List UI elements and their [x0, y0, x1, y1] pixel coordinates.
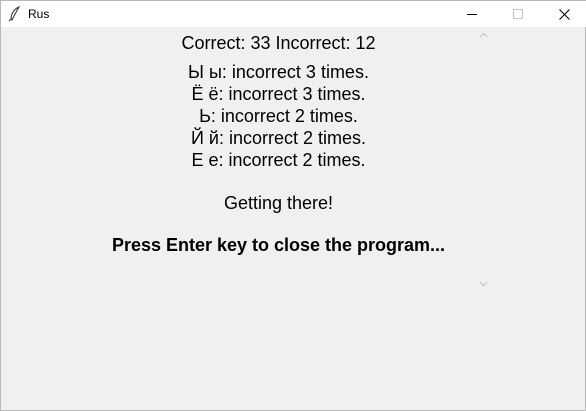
missed-letter-item: Ь: incorrect 2 times. [199, 106, 358, 126]
window-title: Rus [28, 7, 50, 21]
results-panel: Correct: 33 Incorrect: 12 Ы ы: incorrect… [1, 27, 476, 297]
minimize-button[interactable] [449, 1, 495, 27]
missed-letter-item: Е е: incorrect 2 times. [191, 150, 366, 170]
close-button[interactable] [541, 1, 586, 27]
missed-letter-item: Ы ы: incorrect 3 times. [188, 62, 369, 82]
missed-letters-list: Ы ы: incorrect 3 times. Ё ё: incorrect 3… [1, 61, 556, 171]
score-line: Correct: 33 Incorrect: 12 [181, 33, 376, 53]
title-bar[interactable]: Rus [1, 1, 586, 27]
feather-icon [8, 6, 21, 22]
chevron-down-icon[interactable] [479, 281, 488, 287]
app-window: Rus Correct: 33 Incorrect: 12 Ы ы: incor… [0, 0, 586, 411]
exit-prompt: Press Enter key to close the program... [111, 235, 446, 255]
maximize-icon [513, 9, 523, 19]
missed-letter-item: Ё ё: incorrect 3 times. [191, 84, 366, 104]
minimize-icon [467, 14, 477, 15]
missed-letter-item: Й й: incorrect 2 times. [190, 128, 367, 148]
maximize-button[interactable] [495, 1, 541, 27]
feedback-message: Getting there! [223, 193, 334, 213]
chevron-up-icon[interactable] [479, 32, 488, 38]
close-icon [558, 8, 570, 20]
vertical-scrollbar[interactable] [476, 27, 493, 297]
